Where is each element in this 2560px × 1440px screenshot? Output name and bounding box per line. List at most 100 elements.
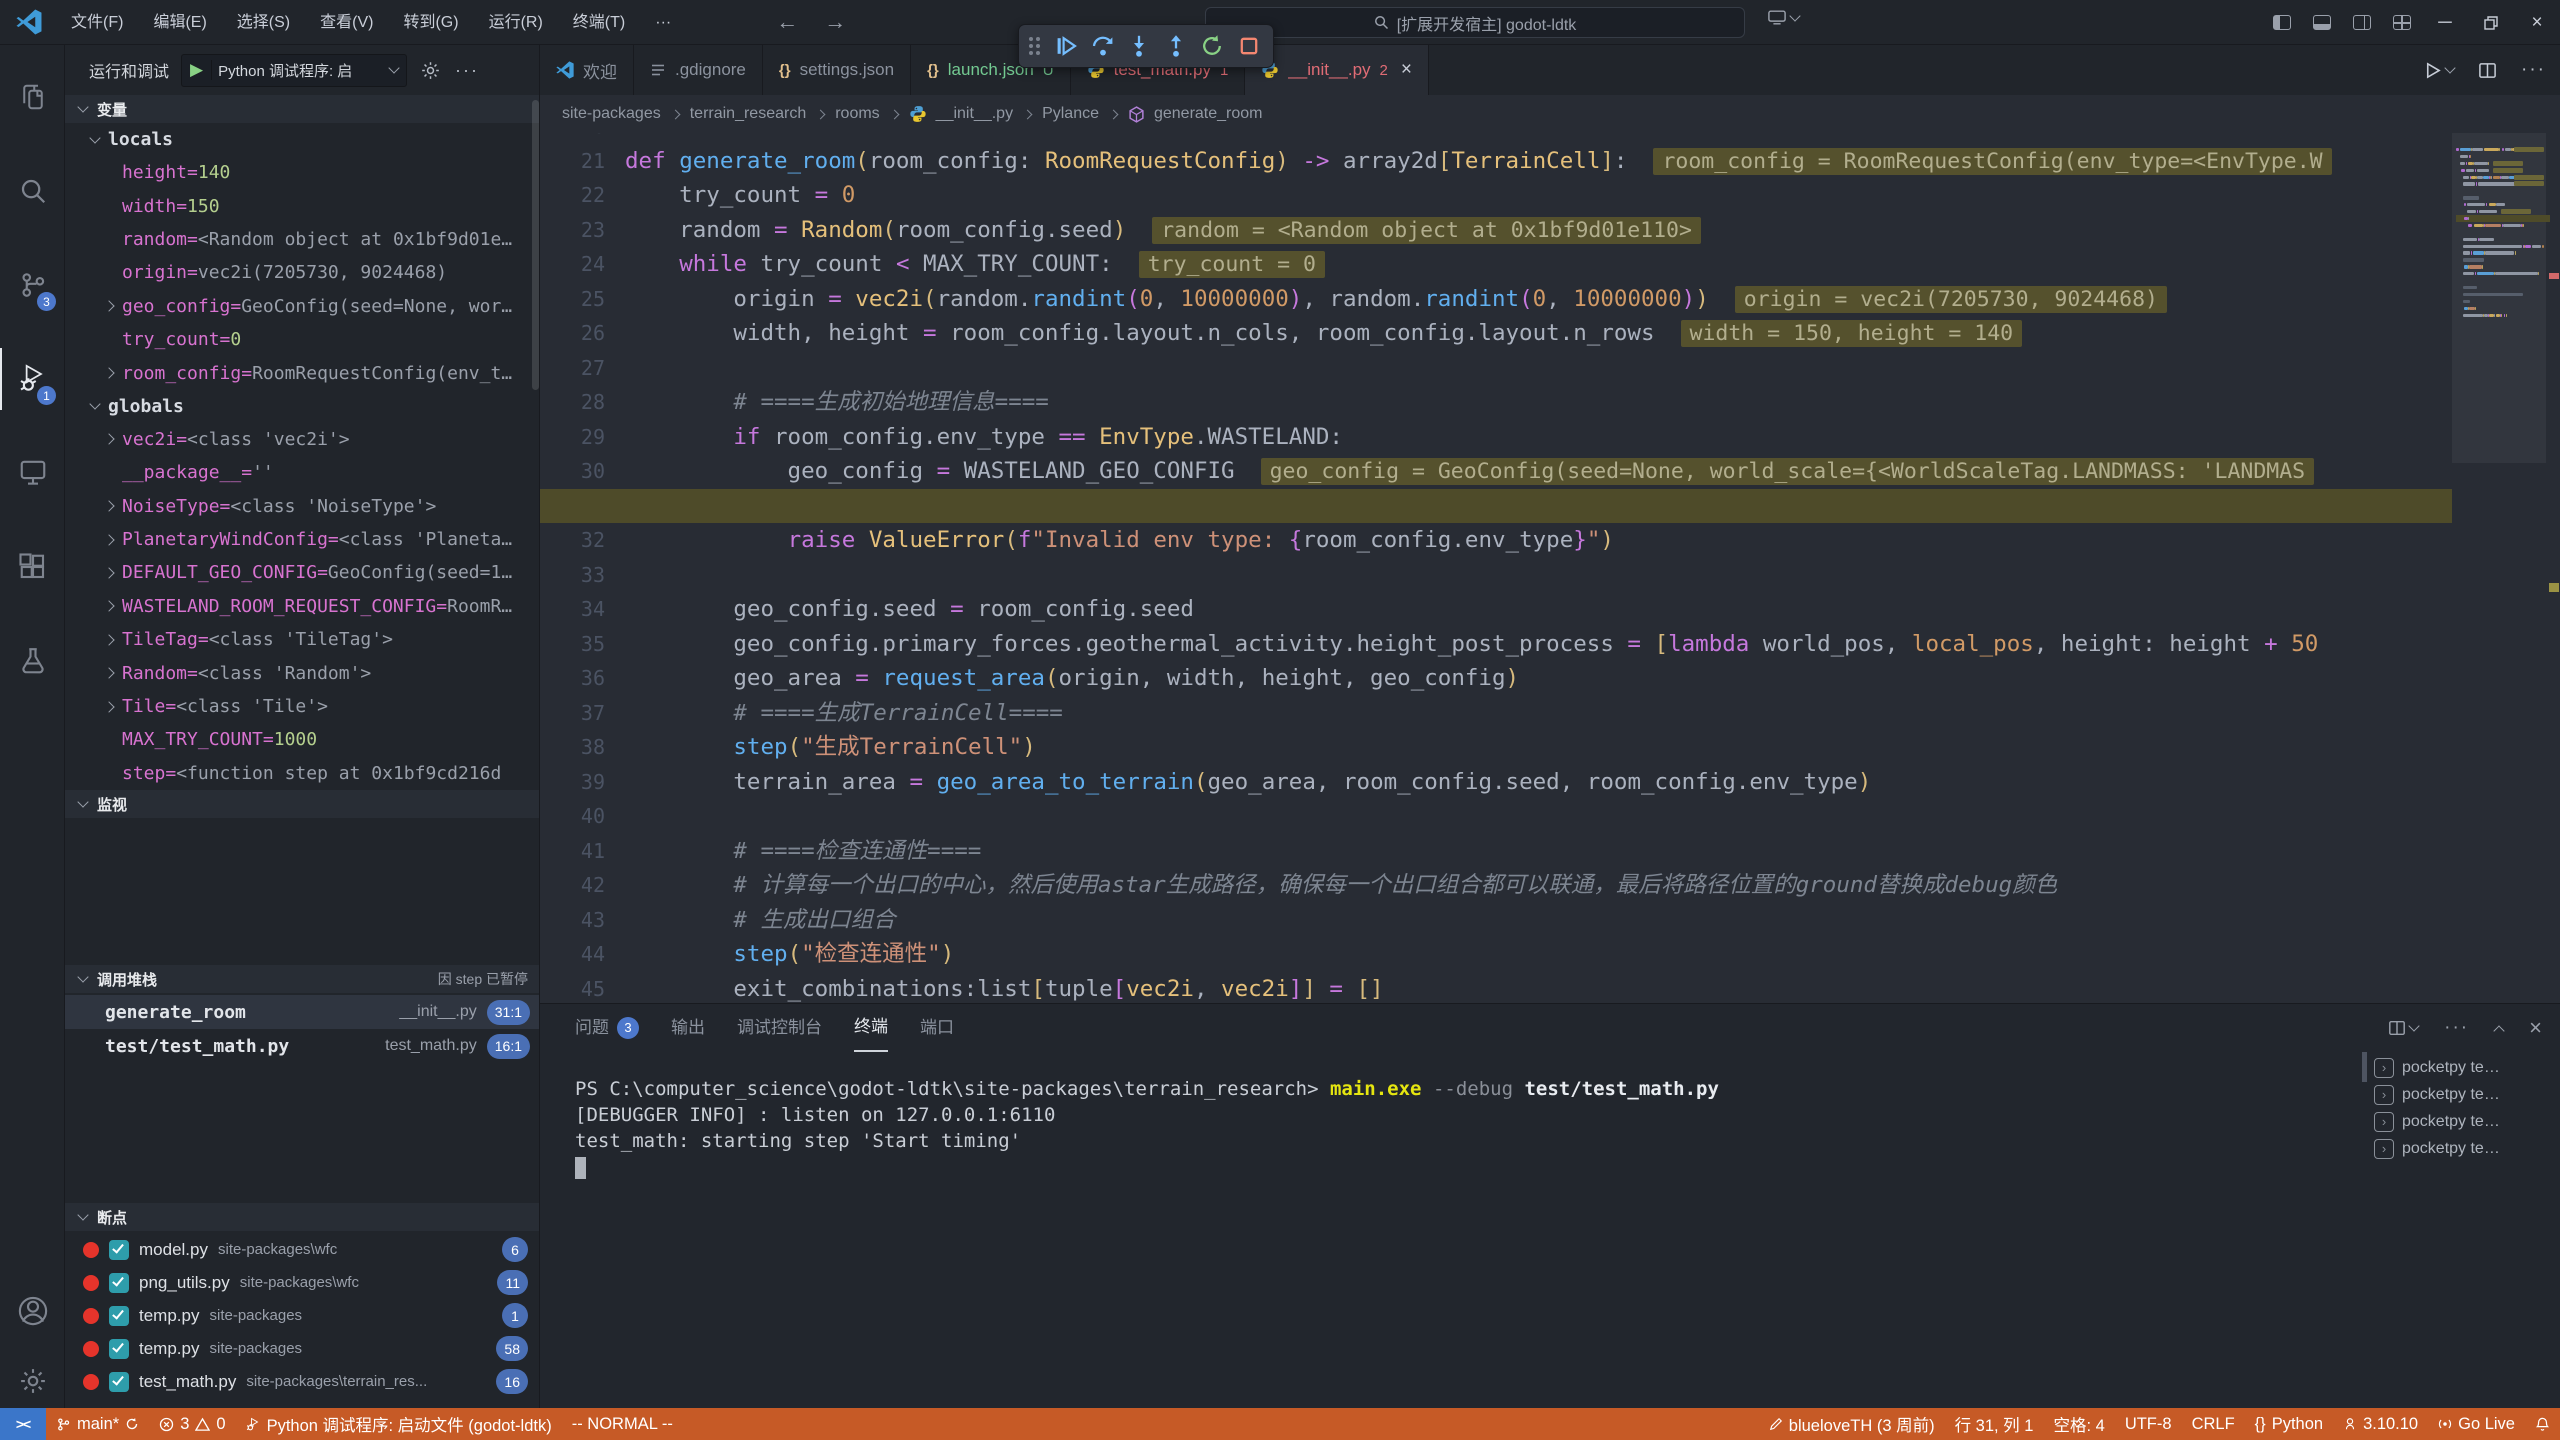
command-center-search[interactable]: [扩展开发宿主] godot-ldtk (1205, 7, 1745, 38)
line-number[interactable]: 45 (540, 972, 605, 1004)
variable-row[interactable]: vec2i = <class 'vec2i'> (65, 423, 540, 456)
variable-row[interactable]: __package__ = '' (65, 456, 540, 489)
notifications-bell-icon[interactable] (2525, 1408, 2560, 1440)
variable-row[interactable]: random = <Random object at 0x1bf9d01e… (65, 223, 540, 256)
line-number[interactable]: 30 (540, 454, 605, 489)
settings-gear-icon[interactable] (0, 1350, 65, 1412)
eol-item[interactable]: CRLF (2182, 1408, 2245, 1440)
source-control-icon[interactable]: 3 (0, 254, 65, 316)
launch-config-select[interactable]: ▶ Python 调试程序: 启 (181, 54, 407, 87)
breakpoint-checkbox[interactable] (109, 1273, 129, 1293)
editor-tab[interactable]: .gdignore (634, 45, 763, 95)
code-line[interactable]: 21def generate_room(room_config: RoomReq… (540, 144, 2560, 179)
panel-tab[interactable]: 终端 (854, 1004, 888, 1052)
variable-row[interactable]: origin = vec2i(7205730, 9024468) (65, 256, 540, 289)
git-blame-item[interactable]: blueloveTH (3 周前) (1759, 1408, 1945, 1440)
variable-row[interactable]: geo_config = GeoConfig(seed=None, wor… (65, 290, 540, 323)
remote-explorer-icon[interactable] (0, 442, 65, 504)
breakpoint-row[interactable]: png_utils.pysite-packages\wfc11 (65, 1266, 540, 1299)
watch-section-header[interactable]: 监视 (65, 790, 540, 818)
run-python-file-button[interactable] (2423, 61, 2454, 80)
restart-button[interactable] (1196, 29, 1229, 63)
account-icon[interactable] (0, 1280, 65, 1342)
menu-item[interactable]: 查看(V) (305, 0, 388, 45)
variable-row[interactable]: width = 150 (65, 189, 540, 222)
breadcrumb-item[interactable]: site-packages (562, 105, 661, 123)
line-number[interactable]: 26 (540, 316, 605, 351)
variables-section-header[interactable]: 变量 (65, 95, 540, 123)
step-over-button[interactable] (1087, 29, 1120, 63)
code-line[interactable]: 36 geo_area = request_area(origin, width… (540, 661, 2560, 696)
breakpoint-row[interactable]: model.pysite-packages\wfc6 (65, 1233, 540, 1266)
line-number[interactable]: 34 (540, 592, 605, 627)
step-out-button[interactable] (1160, 29, 1193, 63)
forward-arrow-icon[interactable]: → (824, 9, 846, 35)
variables-scope-header[interactable]: globals (65, 390, 540, 423)
code-line[interactable]: 27 (540, 351, 2560, 386)
line-number[interactable]: 21 (540, 144, 605, 179)
problems-item[interactable]: 3 0 (149, 1408, 235, 1440)
line-number[interactable]: 44 (540, 937, 605, 972)
python-version-item[interactable]: 3.10.10 (2333, 1408, 2428, 1440)
more-actions-icon[interactable]: ··· (455, 60, 479, 81)
testing-icon[interactable] (0, 630, 65, 692)
variable-row[interactable]: room_config = RoomRequestConfig(env_t… (65, 356, 540, 389)
code-line[interactable]: 43 # 生成出口组合 (540, 903, 2560, 938)
code-line[interactable]: 35 geo_config.primary_forces.geothermal_… (540, 627, 2560, 662)
line-number[interactable]: 33 (540, 558, 605, 593)
line-number[interactable]: 29 (540, 420, 605, 455)
line-number[interactable]: 42 (540, 868, 605, 903)
code-line[interactable]: 29 if room_config.env_type == EnvType.WA… (540, 420, 2560, 455)
call-stack-frame[interactable]: test/test_math.pytest_math.py16:1 (65, 1029, 540, 1063)
terminal-session-item[interactable]: ›pocketpy te… (2366, 1081, 2556, 1108)
code-line[interactable]: 22 try_count = 0 (540, 178, 2560, 213)
panel-tab[interactable]: 调试控制台 (737, 1004, 822, 1052)
breadcrumb-item[interactable]: terrain_research (690, 105, 807, 123)
minimize-button[interactable]: ─ (2422, 0, 2468, 45)
code-line[interactable]: 30 geo_config = WASTELAND_GEO_CONFIGgeo_… (540, 454, 2560, 489)
breakpoint-checkbox[interactable] (109, 1306, 129, 1326)
debug-settings-gear-icon[interactable] (420, 60, 441, 81)
encoding-item[interactable]: UTF-8 (2115, 1408, 2182, 1440)
breadcrumb[interactable]: site-packagesterrain_researchrooms__init… (540, 95, 2560, 133)
line-number[interactable]: 39 (540, 765, 605, 800)
variable-row[interactable]: height = 140 (65, 156, 540, 189)
menu-item[interactable]: 运行(R) (474, 0, 558, 45)
back-arrow-icon[interactable]: ← (776, 9, 798, 35)
variable-row[interactable]: Tile = <class 'Tile'> (65, 690, 540, 723)
code-line[interactable]: 20 (540, 133, 2560, 144)
code-line[interactable]: 38 step("生成TerrainCell") (540, 730, 2560, 765)
remote-window-icon[interactable] (1768, 10, 1799, 25)
call-stack-frame[interactable]: generate_room__init__.py31:1 (65, 995, 540, 1029)
breakpoint-row[interactable]: temp.pysite-packages1 (65, 1299, 540, 1332)
code-line[interactable]: 28 # ====生成初始地理信息==== (540, 385, 2560, 420)
run-and-debug-icon[interactable]: 1 (0, 348, 65, 410)
line-number[interactable]: 22 (540, 178, 605, 213)
drag-handle[interactable] (1029, 37, 1040, 55)
breakpoint-checkbox[interactable] (109, 1240, 129, 1260)
terminal-session-item[interactable]: ›pocketpy te… (2366, 1108, 2556, 1135)
extensions-icon[interactable] (0, 536, 65, 598)
line-number[interactable]: 37 (540, 696, 605, 731)
call-stack-section-header[interactable]: 调用堆栈 因 step 已暂停 (65, 965, 540, 993)
menu-item[interactable]: 转到(G) (388, 0, 473, 45)
variables-scope-header[interactable]: locals (65, 123, 540, 156)
variable-row[interactable]: Random = <class 'Random'> (65, 656, 540, 689)
code-line[interactable]: 45 exit_combinations:list[tuple[vec2i, v… (540, 972, 2560, 1004)
breakpoint-checkbox[interactable] (109, 1339, 129, 1359)
debug-status-item[interactable]: Python 调试程序: 启动文件 (godot-ldtk) (236, 1408, 562, 1440)
breakpoint-row[interactable]: test_math.pysite-packages\terrain_res...… (65, 1365, 540, 1398)
search-icon[interactable] (0, 160, 65, 222)
menu-item[interactable]: 文件(F) (56, 0, 138, 45)
more-actions-icon[interactable]: ··· (2521, 59, 2546, 81)
code-line[interactable]: 40 (540, 799, 2560, 834)
line-number[interactable]: 27 (540, 351, 605, 386)
code-line[interactable]: 24 while try_count < MAX_TRY_COUNT:try_c… (540, 247, 2560, 282)
panel-tab[interactable]: 端口 (920, 1004, 954, 1052)
breakpoints-section-header[interactable]: 断点 (65, 1203, 540, 1231)
git-branch-item[interactable]: main* (46, 1408, 149, 1440)
variable-row[interactable]: WASTELAND_ROOM_REQUEST_CONFIG = RoomR… (65, 590, 540, 623)
code-line[interactable]: 44 step("检查连通性") (540, 937, 2560, 972)
menu-item[interactable]: 终端(T) (558, 0, 640, 45)
toggle-sidebar-icon[interactable] (2273, 15, 2291, 30)
